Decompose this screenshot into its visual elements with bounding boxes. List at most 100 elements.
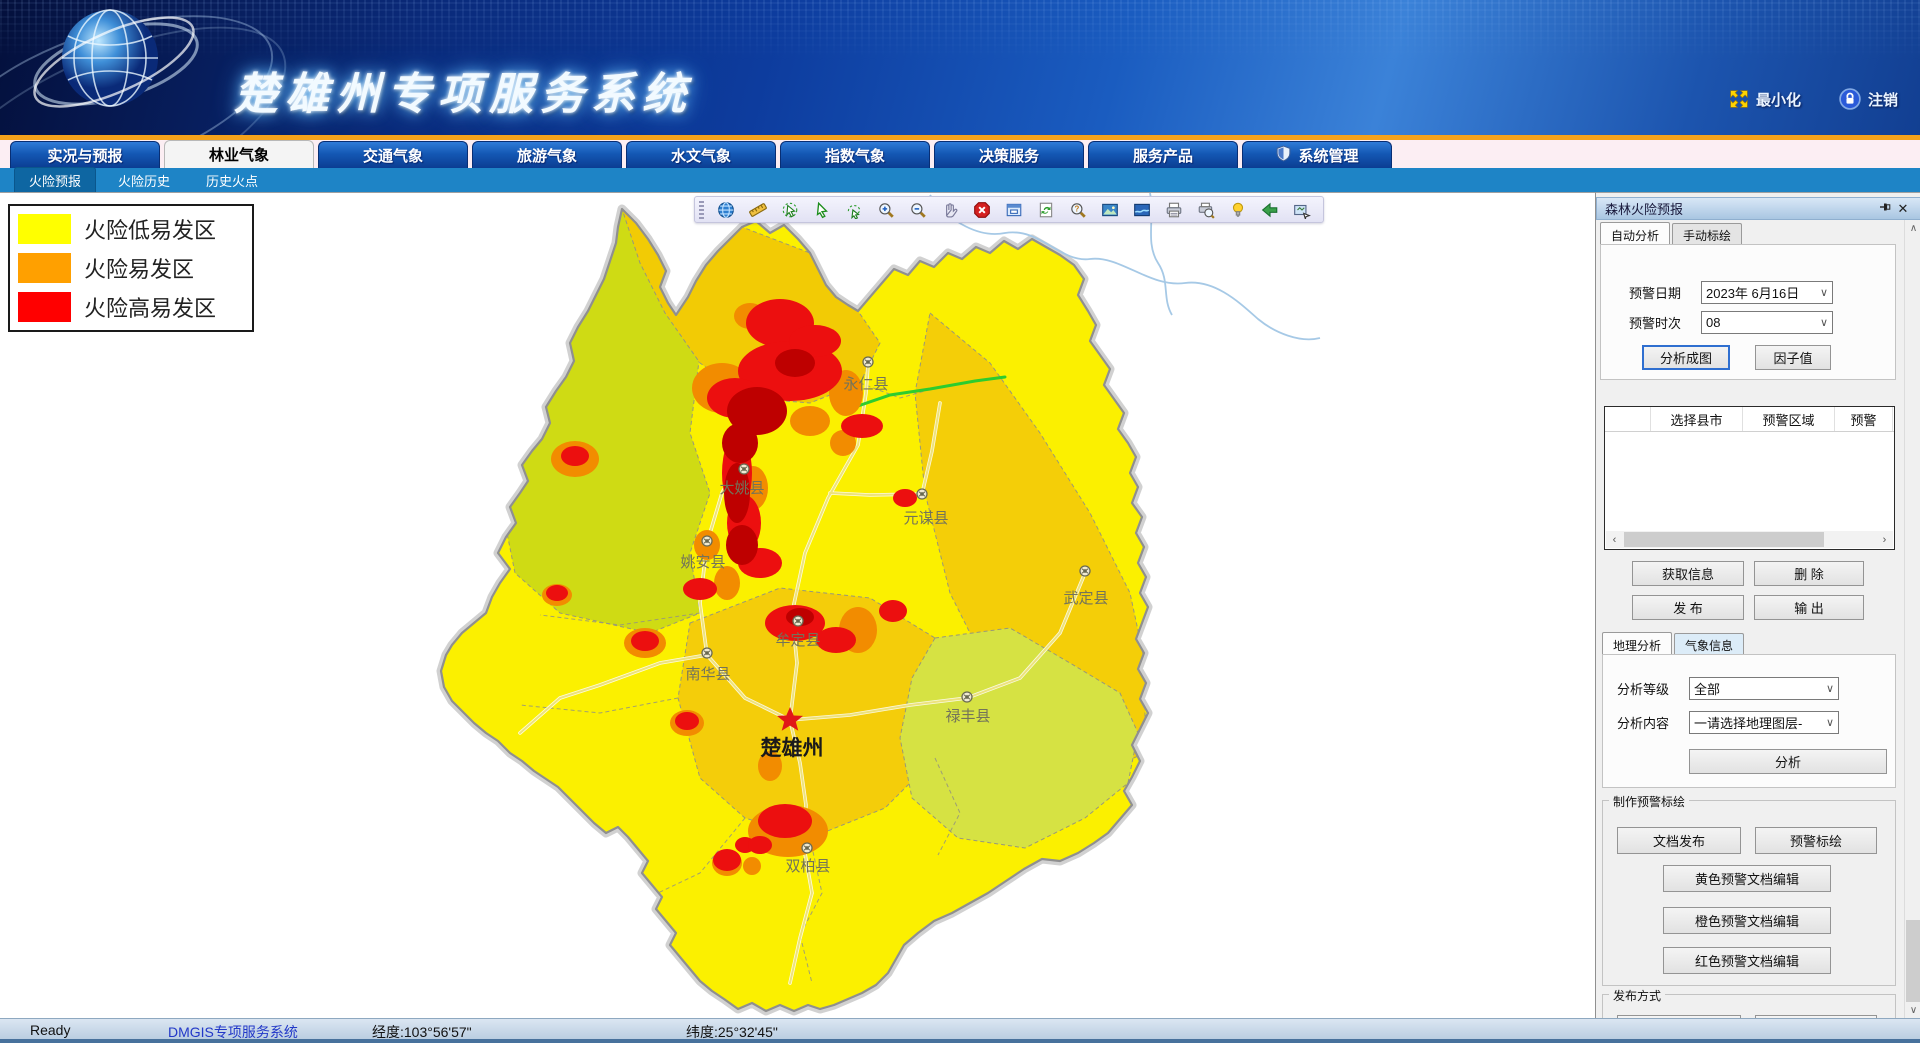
fire-risk-zones	[441, 209, 1148, 1011]
chevron-down-icon: ∨	[1817, 316, 1828, 329]
county-label: 永仁县	[843, 376, 888, 393]
table-header-0[interactable]	[1605, 407, 1651, 431]
table-header-1[interactable]: 选择县市	[1651, 407, 1743, 431]
nav-tab-label: 系统管理	[1298, 145, 1358, 166]
subnav-item-0[interactable]: 火险预报	[14, 167, 96, 193]
orange-doc-button[interactable]: 橙色预警文档编辑	[1663, 907, 1831, 934]
legend-swatch	[18, 214, 71, 244]
status-latitude: 纬度:25°32'45"	[686, 1022, 778, 1042]
logout-label: 注销	[1868, 89, 1898, 110]
publish-button[interactable]: 发 布	[1632, 595, 1744, 620]
legend-row: 火险高易发区	[18, 290, 244, 324]
back-icon[interactable]	[1261, 201, 1279, 219]
table-hscrollbar[interactable]: ‹ ›	[1606, 531, 1893, 548]
scroll-up-arrow[interactable]: ∧	[1905, 220, 1920, 237]
nav-tab-label: 决策服务	[979, 145, 1039, 166]
image-icon[interactable]	[1101, 201, 1119, 219]
doc-publish-button[interactable]: 文档发布	[1617, 827, 1741, 854]
nav-tab-2[interactable]: 交通气象	[318, 141, 468, 168]
analyze-button[interactable]: 分析	[1689, 749, 1887, 774]
globe-icon[interactable]	[717, 201, 735, 219]
zoom-out-icon[interactable]	[909, 201, 927, 219]
county-seat-icon	[802, 843, 812, 853]
nav-tab-5[interactable]: 指数气象	[780, 141, 930, 168]
legend-row: 火险低易发区	[18, 212, 244, 246]
warning-date-select[interactable]: 2023年 6月16日∨	[1701, 281, 1833, 304]
warning-date-label: 预警日期	[1629, 283, 1701, 302]
print-icon[interactable]	[1165, 201, 1183, 219]
county-seat-icon	[793, 616, 803, 626]
nav-tab-label: 水文气象	[671, 145, 731, 166]
hscroll-thumb[interactable]	[1624, 532, 1824, 547]
yellow-doc-button[interactable]: 黄色预警文档编辑	[1663, 865, 1831, 892]
factor-value-button[interactable]: 因子值	[1755, 345, 1831, 370]
analysis-content-select[interactable]: 一请选择地理图层-∨	[1689, 711, 1839, 734]
minimize-button[interactable]: 最小化	[1729, 89, 1801, 110]
nav-tab-0[interactable]: 实况与预报	[10, 141, 160, 168]
vscroll-thumb[interactable]	[1906, 920, 1920, 1012]
table-header-3[interactable]: 预警	[1835, 407, 1893, 431]
county-seat-icon	[702, 536, 712, 546]
refresh-icon[interactable]	[1037, 201, 1055, 219]
legend-label: 火险低易发区	[84, 213, 216, 245]
scroll-down-arrow[interactable]: ∨	[1905, 1002, 1920, 1019]
analysis-content-label: 分析内容	[1617, 713, 1689, 732]
pan-icon[interactable]	[941, 201, 959, 219]
warning-plot-button[interactable]: 预警标绘	[1755, 827, 1877, 854]
nav-tab-7[interactable]: 服务产品	[1088, 141, 1238, 168]
close-icon[interactable]: ✕	[1894, 201, 1912, 217]
county-label: 大姚县	[719, 480, 764, 497]
picture-icon[interactable]	[1133, 201, 1151, 219]
panel-body: 自动分析 手动标绘 预警日期 2023年 6月16日∨ 预警时次 08∨	[1596, 220, 1904, 1019]
output-button[interactable]: 输 出	[1754, 595, 1864, 620]
warning-time-label: 预警时次	[1629, 313, 1701, 332]
nav-tab-3[interactable]: 旅游气象	[472, 141, 622, 168]
chevron-down-icon: ∨	[1823, 716, 1834, 729]
analysis-level-select[interactable]: 全部∨	[1689, 677, 1839, 700]
nav-tab-1[interactable]: 林业气象	[164, 140, 314, 168]
nav-tab-label: 服务产品	[1133, 145, 1193, 166]
table-header-2[interactable]: 预警区域	[1743, 407, 1835, 431]
get-info-button[interactable]: 获取信息	[1632, 561, 1744, 586]
stop-icon[interactable]	[973, 201, 991, 219]
bulb-icon[interactable]	[1229, 201, 1247, 219]
identify-icon[interactable]: ?	[1069, 201, 1087, 219]
subnav-item-2[interactable]: 历史火点	[192, 168, 272, 193]
export-map-icon[interactable]	[1293, 201, 1311, 219]
panel-vscrollbar[interactable]: ∧ ∨	[1904, 220, 1920, 1019]
county-seat-icon	[702, 648, 712, 658]
warning-time-select[interactable]: 08∨	[1701, 311, 1833, 334]
lasso-icon[interactable]	[845, 201, 863, 219]
measure-icon[interactable]	[749, 201, 767, 219]
nav-tab-4[interactable]: 水文气象	[626, 141, 776, 168]
county-label: 姚安县	[680, 554, 725, 571]
status-system-link[interactable]: DMGIS专项服务系统	[168, 1022, 298, 1042]
globe-logo	[28, 2, 203, 122]
scroll-right-arrow[interactable]: ›	[1876, 534, 1893, 546]
pin-icon[interactable]	[1876, 201, 1894, 216]
warning-table[interactable]: 选择县市预警区域预警 ‹ ›	[1604, 406, 1895, 550]
publish-group-label: 发布方式	[1609, 987, 1665, 1004]
county-label: 武定县	[1063, 590, 1108, 607]
status-longitude: 经度:103°56'57"	[372, 1022, 472, 1042]
nav-tab-6[interactable]: 决策服务	[934, 141, 1084, 168]
subnav-item-1[interactable]: 火险历史	[104, 168, 184, 193]
auto-analysis-group: 预警日期 2023年 6月16日∨ 预警时次 08∨ 分析成图 因子值	[1600, 244, 1896, 380]
chevron-down-icon: ∨	[1817, 286, 1828, 299]
print-preview-icon[interactable]	[1197, 201, 1215, 219]
pointer-icon[interactable]	[813, 201, 831, 219]
nav-tab-label: 交通气象	[363, 145, 423, 166]
lock-icon	[1839, 88, 1861, 110]
county-label: 元谋县	[903, 510, 948, 527]
county-label: 双柏县	[785, 858, 830, 875]
logout-button[interactable]: 注销	[1839, 88, 1898, 110]
extent-icon[interactable]	[1005, 201, 1023, 219]
zoom-in-icon[interactable]	[877, 201, 895, 219]
select-circle-icon[interactable]	[781, 201, 799, 219]
analyze-map-button[interactable]: 分析成图	[1642, 345, 1730, 370]
scroll-left-arrow[interactable]: ‹	[1606, 534, 1623, 546]
toolbar-grip[interactable]	[699, 201, 704, 219]
nav-tab-8[interactable]: 系统管理	[1242, 141, 1392, 168]
red-doc-button[interactable]: 红色预警文档编辑	[1663, 947, 1831, 974]
delete-button[interactable]: 删 除	[1754, 561, 1864, 586]
